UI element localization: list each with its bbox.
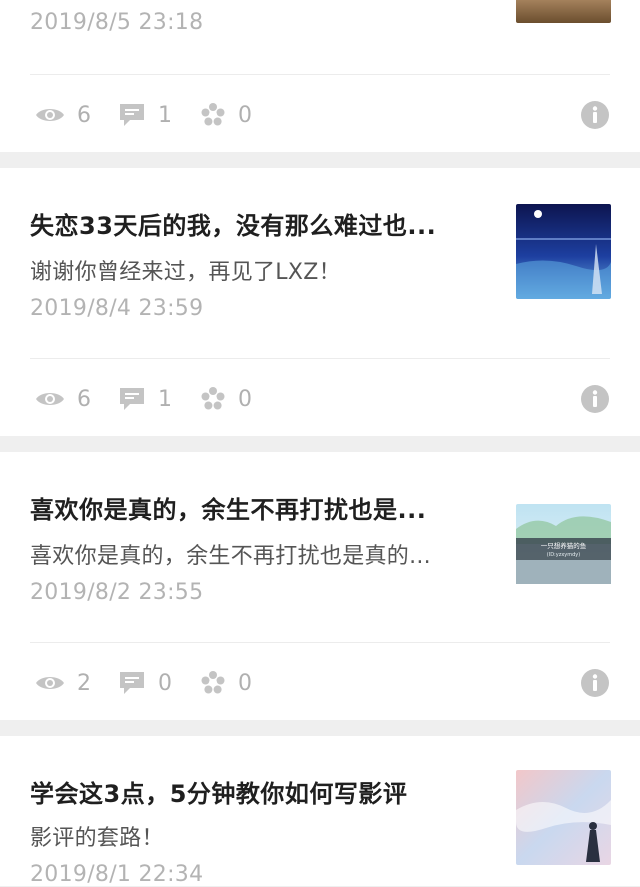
post-card[interactable]: 2019/8/5 23:18 6 1 0 — [0, 0, 640, 152]
post-date: 2019/8/4 23:59 — [30, 296, 204, 321]
comments-count: 0 — [158, 670, 172, 696]
post-date: 2019/8/1 22:34 — [30, 862, 204, 887]
post-stats: 2 0 0 — [30, 663, 610, 703]
thumb-caption-id: (ID:yzxymdy) — [547, 552, 580, 558]
info-icon[interactable] — [580, 384, 610, 414]
comments-stat: 1 — [118, 379, 172, 419]
post-card[interactable]: 失恋33天后的我，没有那么难过也... 谢谢你曾经来过，再见了LXZ！ 2019… — [0, 168, 640, 436]
thumb-caption: 一只想养猫的鱼 — [541, 541, 587, 550]
anime-sky-icon — [516, 770, 611, 865]
likes-count: 0 — [238, 670, 252, 696]
post-title[interactable]: 学会这3点，5分钟教你如何写影评 — [30, 774, 490, 809]
comment-icon — [120, 388, 144, 410]
night-sea-icon — [516, 204, 611, 299]
post-stats: 6 1 0 — [30, 379, 610, 419]
comment-icon — [120, 104, 144, 126]
comments-stat: 1 — [118, 95, 172, 135]
divider — [30, 74, 610, 75]
divider — [30, 642, 610, 643]
eye-icon — [36, 109, 64, 121]
eye-icon — [36, 393, 64, 405]
likes-stat: 0 — [200, 379, 252, 419]
comments-count: 1 — [158, 386, 172, 412]
eye-icon — [36, 677, 64, 689]
comments-stat: 0 — [118, 663, 172, 703]
info-icon[interactable] — [580, 668, 610, 698]
post-stats: 6 1 0 — [30, 95, 610, 135]
post-subtitle: 影评的套路！ — [30, 826, 164, 851]
divider — [30, 358, 610, 359]
comment-icon — [120, 672, 144, 694]
likes-stat: 0 — [200, 95, 252, 135]
views-count: 2 — [77, 670, 91, 696]
likes-count: 0 — [238, 102, 252, 128]
views-stat: 6 — [35, 95, 91, 135]
views-stat: 2 — [35, 663, 91, 703]
post-subtitle: 谢谢你曾经来过，再见了LXZ！ — [30, 260, 341, 285]
post-title[interactable]: 喜欢你是真的，余生不再打扰也是... — [30, 490, 490, 525]
post-thumbnail[interactable]: 一只想养猫的鱼 (ID:yzxymdy) — [516, 504, 611, 599]
post-title[interactable]: 失恋33天后的我，没有那么难过也... — [30, 206, 490, 241]
post-thumbnail[interactable] — [516, 770, 611, 865]
views-count: 6 — [77, 386, 91, 412]
views-count: 6 — [77, 102, 91, 128]
anime-street-icon: 一只想养猫的鱼 (ID:yzxymdy) — [516, 504, 611, 584]
flower-icon — [201, 671, 225, 694]
flower-icon — [201, 387, 225, 410]
post-date: 2019/8/5 23:18 — [30, 10, 204, 35]
views-stat: 6 — [35, 379, 91, 419]
post-thumbnail — [516, 0, 611, 23]
post-card[interactable]: 学会这3点，5分钟教你如何写影评 影评的套路！ 2019/8/1 22:34 — [0, 736, 640, 887]
post-subtitle: 喜欢你是真的，余生不再打扰也是真的... — [30, 544, 431, 569]
post-thumbnail[interactable] — [516, 204, 611, 299]
flower-icon — [201, 103, 225, 126]
post-card[interactable]: 喜欢你是真的，余生不再打扰也是... 喜欢你是真的，余生不再打扰也是真的... … — [0, 452, 640, 720]
likes-count: 0 — [238, 386, 252, 412]
comments-count: 1 — [158, 102, 172, 128]
likes-stat: 0 — [200, 663, 252, 703]
info-icon[interactable] — [580, 100, 610, 130]
post-date: 2019/8/2 23:55 — [30, 580, 204, 605]
